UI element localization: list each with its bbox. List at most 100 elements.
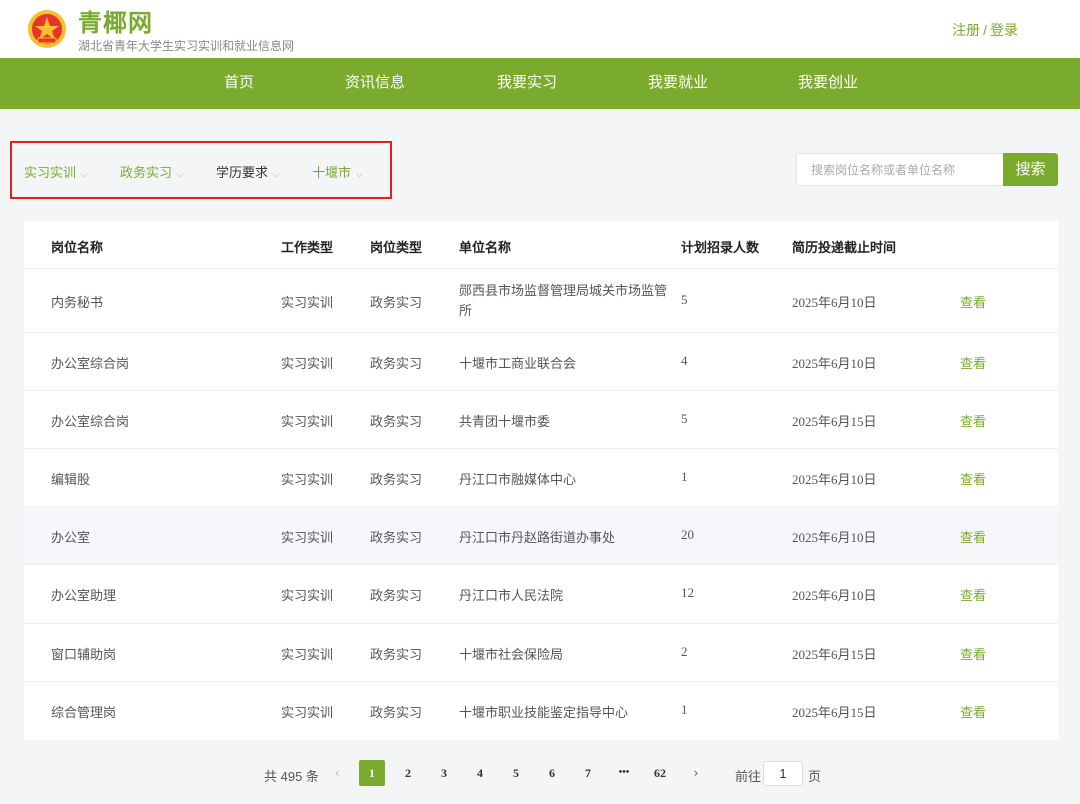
- search-button[interactable]: 搜索: [1003, 153, 1058, 186]
- youth-league-emblem-icon[interactable]: [27, 9, 67, 49]
- filter-education[interactable]: 学历要求 ⌵: [216, 162, 280, 181]
- filter-city[interactable]: 十堰市 ⌵: [312, 162, 363, 181]
- nav-item-employment[interactable]: 我要就业: [648, 58, 708, 109]
- view-link[interactable]: 查看: [960, 411, 986, 430]
- cell-org: 十堰市社会保险局: [459, 647, 564, 662]
- view-link[interactable]: 查看: [960, 292, 986, 311]
- cell-count: 5: [681, 292, 688, 307]
- chevron-down-icon: ⌵: [356, 169, 363, 179]
- cell-post: 办公室综合岗: [51, 414, 130, 429]
- cell-count: 1: [681, 469, 688, 484]
- table-row[interactable]: 编辑股 实习实训 政务实习 丹江口市融媒体中心 1 2025年6月10日 查看: [24, 449, 1058, 507]
- table-row[interactable]: 综合管理岗 实习实训 政务实习 十堰市职业技能鉴定指导中心 1 2025年6月1…: [24, 682, 1058, 740]
- table-row[interactable]: 办公室综合岗 实习实训 政务实习 十堰市工商业联合会 4 2025年6月10日 …: [24, 333, 1058, 391]
- goto-page-input[interactable]: [763, 761, 803, 786]
- cell-post-type: 政务实习: [370, 295, 423, 310]
- view-link[interactable]: 查看: [960, 702, 986, 721]
- auth-separator: /: [983, 22, 987, 38]
- cell-deadline: 2025年6月15日: [792, 647, 877, 662]
- cell-work-type: 实习实训: [281, 414, 334, 429]
- cell-post: 办公室: [51, 530, 91, 545]
- page-button-6[interactable]: 6: [539, 760, 565, 786]
- cell-post-type: 政务实习: [370, 530, 423, 545]
- page-button-4[interactable]: 4: [467, 760, 493, 786]
- login-link[interactable]: 登录: [990, 22, 1018, 38]
- page-button-last[interactable]: 62: [647, 760, 673, 786]
- prev-page-button[interactable]: ‹: [324, 760, 350, 786]
- total-count: 共 495 条: [264, 769, 319, 784]
- site-subtitle: 湖北省青年大学生实习实训和就业信息网: [78, 39, 295, 53]
- column-header-post: 岗位名称: [51, 240, 104, 255]
- column-header-org: 单位名称: [459, 240, 512, 255]
- view-link[interactable]: 查看: [960, 527, 986, 546]
- next-page-button[interactable]: ›: [683, 760, 709, 786]
- site-name[interactable]: 青椰网: [78, 3, 153, 38]
- table-header: 岗位名称 工作类型 岗位类型 单位名称 计划招录人数 简历投递截止时间: [24, 221, 1058, 269]
- cell-count: 12: [681, 585, 694, 600]
- table-row[interactable]: 内务秘书 实习实训 政务实习 郧西县市场监督管理局城关市场监管所 5 2025年…: [24, 269, 1058, 333]
- page-button-2[interactable]: 2: [395, 760, 421, 786]
- page-button-1[interactable]: 1: [359, 760, 385, 786]
- page-button-7[interactable]: 7: [575, 760, 601, 786]
- page-button-5[interactable]: 5: [503, 760, 529, 786]
- cell-org: 丹江口市丹赵路街道办事处: [459, 530, 616, 545]
- page-ellipsis-button[interactable]: •••: [611, 760, 637, 786]
- view-link[interactable]: 查看: [960, 353, 986, 372]
- cell-work-type: 实习实训: [281, 472, 334, 487]
- table-row[interactable]: 办公室助理 实习实训 政务实习 丹江口市人民法院 12 2025年6月10日 查…: [24, 565, 1058, 624]
- cell-work-type: 实习实训: [281, 530, 334, 545]
- table-row[interactable]: 窗口辅助岗 实习实训 政务实习 十堰市社会保险局 2 2025年6月15日 查看: [24, 624, 1058, 682]
- cell-count: 4: [681, 353, 688, 368]
- column-header-deadline: 简历投递截止时间: [792, 240, 897, 255]
- nav-item-internship[interactable]: 我要实习: [497, 58, 557, 109]
- filter-label: 政务实习: [120, 165, 173, 180]
- cell-count: 20: [681, 527, 694, 542]
- cell-org: 十堰市工商业联合会: [459, 356, 577, 371]
- cell-post-type: 政务实习: [370, 356, 423, 371]
- nav-item-news[interactable]: 资讯信息: [345, 58, 405, 109]
- goto-suffix: 页: [808, 769, 822, 784]
- pagination: 共 495 条 ‹ 1 2 3 4 5 6 7 ••• 62 › 前往 页: [0, 760, 1080, 788]
- table-row[interactable]: 办公室 实习实训 政务实习 丹江口市丹赵路街道办事处 20 2025年6月10日…: [24, 507, 1058, 565]
- search-input[interactable]: [796, 153, 1003, 186]
- cell-count: 2: [681, 644, 688, 659]
- cell-deadline: 2025年6月10日: [792, 295, 877, 310]
- cell-work-type: 实习实训: [281, 647, 334, 662]
- filter-post-type[interactable]: 政务实习 ⌵: [120, 162, 184, 181]
- main-nav: 首页 资讯信息 我要实习 我要就业 我要创业: [0, 58, 1080, 109]
- nav-item-home[interactable]: 首页: [224, 58, 254, 109]
- nav-item-startup[interactable]: 我要创业: [798, 58, 858, 109]
- cell-work-type: 实习实训: [281, 588, 334, 603]
- cell-work-type: 实习实训: [281, 705, 334, 720]
- chevron-down-icon: ⌵: [81, 169, 88, 179]
- cell-post: 办公室助理: [51, 588, 117, 603]
- page-button-3[interactable]: 3: [431, 760, 457, 786]
- cell-post: 编辑股: [51, 472, 91, 487]
- chevron-down-icon: ⌵: [273, 169, 280, 179]
- register-link[interactable]: 注册: [952, 22, 980, 38]
- cell-post: 综合管理岗: [51, 705, 117, 720]
- cell-org: 十堰市职业技能鉴定指导中心: [459, 705, 629, 720]
- view-link[interactable]: 查看: [960, 469, 986, 488]
- cell-work-type: 实习实训: [281, 356, 334, 371]
- cell-post-type: 政务实习: [370, 414, 423, 429]
- cell-post-type: 政务实习: [370, 705, 423, 720]
- filter-label: 学历要求: [216, 165, 269, 180]
- view-link[interactable]: 查看: [960, 585, 986, 604]
- cell-post-type: 政务实习: [370, 647, 423, 662]
- cell-org: 共青团十堰市委: [459, 414, 551, 429]
- cell-deadline: 2025年6月10日: [792, 356, 877, 371]
- filter-label: 实习实训: [24, 165, 77, 180]
- table-row[interactable]: 办公室综合岗 实习实训 政务实习 共青团十堰市委 5 2025年6月15日 查看: [24, 391, 1058, 449]
- cell-org: 丹江口市人民法院: [459, 588, 564, 603]
- cell-count: 5: [681, 411, 688, 426]
- cell-count: 1: [681, 702, 688, 717]
- auth-links: 注册 / 登录: [952, 20, 1018, 40]
- cell-deadline: 2025年6月10日: [792, 588, 877, 603]
- cell-post: 办公室综合岗: [51, 356, 130, 371]
- view-link[interactable]: 查看: [960, 644, 986, 663]
- cell-post-type: 政务实习: [370, 588, 423, 603]
- cell-work-type: 实习实训: [281, 295, 334, 310]
- job-table: 岗位名称 工作类型 岗位类型 单位名称 计划招录人数 简历投递截止时间 内务秘书…: [24, 221, 1058, 740]
- filter-work-type[interactable]: 实习实训 ⌵: [24, 162, 88, 181]
